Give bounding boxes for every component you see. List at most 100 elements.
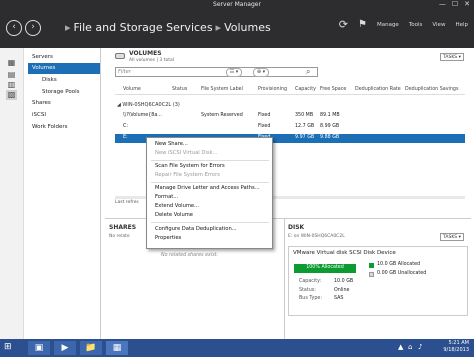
ctx-new-iscsi-disk: New iSCSI Virtual Disk...	[155, 150, 218, 156]
ctx-new-share[interactable]: New Share...	[155, 141, 188, 147]
legend-allocated: 10.0 GB Allocated	[377, 262, 421, 267]
all-servers-icon[interactable]: ▥	[6, 80, 17, 90]
cell-provisioning: Fixed	[258, 124, 271, 129]
volumes-tile-icon	[115, 53, 125, 59]
cell-volume: C:	[123, 124, 128, 129]
ctx-repair-file-system: Repair File System Errors	[155, 172, 220, 178]
volumes-filter-input[interactable]: Filter	[115, 67, 318, 77]
sidebar-item-shares[interactable]: Shares	[28, 98, 100, 109]
network-icon[interactable]: ⌂	[408, 343, 412, 351]
ctx-extend-volume[interactable]: Extend Volume...	[155, 203, 199, 209]
legend-swatch-unallocated	[369, 272, 374, 277]
volumes-tasks-button[interactable]: TASKS ▾	[440, 53, 464, 61]
last-refreshed-text: Last refres	[115, 200, 139, 205]
window-controls: — ☐ ✕	[439, 0, 470, 8]
column-header[interactable]: Volume	[123, 87, 141, 92]
ctx-separator	[151, 160, 269, 161]
maximize-button[interactable]: ☐	[452, 0, 458, 8]
sidebar-item-volumes[interactable]: Volumes	[28, 63, 100, 74]
add-criteria-button[interactable]: ⊕ ▾	[253, 68, 269, 77]
cell-label: System Reserved	[201, 113, 243, 118]
breadcrumb: ▸ File and Storage Services ▸ Volumes	[62, 21, 271, 34]
minimize-button[interactable]: —	[439, 0, 446, 8]
cell-capacity: 9.97 GB	[295, 135, 315, 140]
panel-divider	[284, 218, 285, 339]
column-header[interactable]: Deduplication Rate	[355, 87, 401, 92]
capacity-value: 10.0 GB	[334, 279, 354, 284]
bus-type-key: Bus Type:	[299, 296, 322, 301]
sidebar-item-iscsi[interactable]: iSCSI	[28, 110, 100, 121]
breadcrumb-sep-icon: ▸	[65, 21, 71, 34]
list-view-button[interactable]: ☷ ▾	[226, 68, 242, 77]
sidebar-item-storage-pools[interactable]: Storage Pools	[28, 87, 100, 98]
local-server-icon[interactable]: ▤	[6, 70, 17, 80]
cell-volume: E:	[123, 135, 128, 140]
menu-manage[interactable]: Manage	[377, 22, 399, 28]
cell-provisioning: Fixed	[258, 113, 271, 118]
sidebar-item-servers[interactable]: Servers	[28, 52, 100, 63]
disk-subtitle: E: on WIN-0SHQ6CA0C2L	[288, 234, 345, 239]
sidebar-item-work-folders[interactable]: Work Folders	[28, 122, 100, 133]
clock[interactable]: 5:21 AM 9/18/2013	[443, 340, 469, 354]
disk-tasks-button[interactable]: TASKS ▾	[440, 233, 464, 241]
ctx-properties[interactable]: Properties	[155, 235, 181, 241]
ctx-delete-volume[interactable]: Delete Volume	[155, 212, 193, 218]
status-value: Online	[334, 288, 350, 293]
breadcrumb-item[interactable]: File and Storage Services	[74, 21, 213, 34]
breadcrumb-item[interactable]: Volumes	[224, 21, 271, 34]
status-key: Status:	[299, 288, 316, 293]
table-row[interactable]: C: Fixed 12.7 GB 8.99 GB	[115, 123, 465, 132]
header-divider	[115, 94, 465, 95]
column-header[interactable]: Free Space	[320, 87, 346, 92]
ctx-separator	[151, 222, 269, 223]
powershell-taskbar-icon[interactable]: ▶	[54, 341, 76, 355]
back-button[interactable]: ‹	[6, 20, 22, 36]
refresh-icon[interactable]: ⟳	[339, 18, 348, 31]
bus-type-value: SAS	[334, 296, 344, 301]
start-button-icon[interactable]: ⊞	[4, 342, 18, 354]
column-header[interactable]: File System Label	[201, 87, 243, 92]
notifications-flag-icon[interactable]: ⚑	[358, 19, 367, 30]
allocation-bar-label: 100% Allocated	[306, 265, 344, 270]
column-header[interactable]: Status	[172, 87, 187, 92]
shares-title: SHARES	[109, 224, 137, 231]
server-manager-taskbar-icon[interactable]: ▣	[28, 341, 50, 355]
cell-volume: \\?\Volume{8a...	[123, 113, 162, 118]
tray-overflow-icon[interactable]: ▲	[398, 343, 403, 351]
server-group[interactable]: ◢ WIN-0SHQ6CA0C2L (3)	[117, 102, 180, 108]
disk-title: DISK	[288, 224, 305, 231]
header-menu: ⟳ ⚑ Manage Tools View Help	[339, 18, 468, 31]
file-storage-icon[interactable]: ▧	[6, 90, 17, 100]
dashboard-icon[interactable]: ▦	[6, 58, 17, 68]
ctx-format[interactable]: Format...	[155, 194, 178, 200]
disk-device-name: VMware Virtual disk SCSI Disk Device	[293, 250, 396, 256]
cell-free-space: 89.1 MB	[320, 113, 340, 118]
sidebar-item-disks[interactable]: Disks	[28, 75, 100, 86]
volumes-title: VOLUMES	[129, 50, 162, 57]
volume-icon[interactable]: ♪	[418, 343, 422, 351]
menu-help[interactable]: Help	[455, 22, 468, 28]
menu-tools[interactable]: Tools	[409, 22, 423, 28]
ctx-configure-dedup[interactable]: Configure Data Deduplication...	[155, 226, 237, 232]
context-menu: New Share... New iSCSI Virtual Disk... S…	[146, 137, 273, 249]
search-icon[interactable]: ⌕	[306, 67, 310, 77]
shares-subtitle: No relate	[109, 234, 130, 239]
explorer-taskbar-icon[interactable]: 📁	[80, 341, 102, 355]
table-row[interactable]: \\?\Volume{8a... System Reserved Fixed 3…	[115, 112, 465, 121]
menu-view[interactable]: View	[432, 22, 445, 28]
clock-time: 5:21 AM	[448, 340, 469, 346]
close-button[interactable]: ✕	[464, 0, 470, 8]
allocation-bar: 100% Allocated	[294, 264, 356, 273]
ctx-manage-drive-letter[interactable]: Manage Drive Letter and Access Paths...	[155, 185, 260, 191]
active-app-taskbar-icon[interactable]: ▦	[106, 341, 128, 355]
volumes-subtitle: All volumes | 3 total	[129, 58, 174, 63]
column-header[interactable]: Deduplication Savings	[405, 87, 458, 92]
legend-unallocated: 0.00 GB Unallocated	[377, 271, 427, 276]
breadcrumb-sep-icon: ▸	[215, 21, 222, 34]
forward-button[interactable]: ›	[25, 20, 41, 36]
column-header[interactable]: Provisioning	[258, 87, 287, 92]
legend-swatch-allocated	[369, 263, 374, 268]
column-header[interactable]: Capacity	[295, 87, 316, 92]
sidebar: Servers Volumes Disks Storage Pools Shar…	[24, 48, 101, 339]
ctx-scan-file-system[interactable]: Scan File System for Errors	[155, 163, 225, 169]
